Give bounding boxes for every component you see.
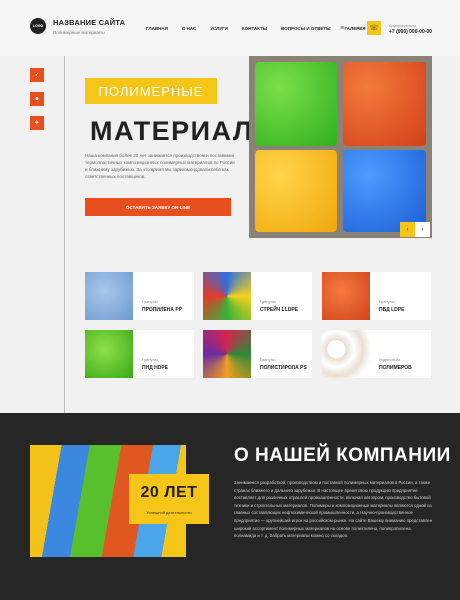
hero-text: Наша компания более 20 лет занимается пр… [85,153,235,179]
years-label: Успешной деятельности [146,510,192,515]
nav-item-faq[interactable]: ВОПРОСЫ И ОТВЕТЫ [281,26,330,31]
site-tagline: Полимерные материалы [53,30,105,35]
nav-item-services[interactable]: УСЛУГИ [210,26,228,31]
product-category: Гранулы [142,357,158,362]
menu-icon[interactable]: ≡ [340,25,344,32]
years-badge: 20 ЛЕТ Успешной деятельности [129,474,209,524]
cta-button[interactable]: ОСТАВИТЬ ЗАЯВКУ ON-LINE [85,198,231,216]
product-image [322,330,370,378]
about-text: Занимаемся разработкой, производством и … [234,480,433,539]
product-name[interactable]: ПРОПИЛЕНА PP [142,307,182,313]
site-name: НАЗВАНИЕ САЙТА [53,18,126,27]
nav-item-about[interactable]: О НАС [182,26,196,31]
phone-icon[interactable]: ☏ [367,21,381,35]
phone-label: Круглосуточно [389,23,416,28]
product-name[interactable]: ПНД HDPE [142,365,168,371]
product-card[interactable]: Гранулы ПОЛИСТИРОЛА PS [203,330,312,378]
product-card[interactable]: Гранулы ПВД LDPE [322,272,431,320]
product-category: Изделия из [379,357,400,362]
product-image [85,330,133,378]
hero-tag: ПОЛИМЕРНЫЕ [85,78,217,104]
product-name[interactable]: ПВД LDPE [379,307,404,313]
nav-item-home[interactable]: ГЛАВНАЯ [146,26,168,31]
about-title: О НАШЕЙ КОМПАНИИ [234,445,451,466]
product-card[interactable]: Гранулы ПРОПИЛЕНА PP [85,272,194,320]
product-image [322,272,370,320]
years-value: 20 ЛЕТ [140,484,198,501]
product-image [203,330,251,378]
logo[interactable]: LOGO [30,18,46,34]
product-image [85,272,133,320]
nav-item-gallery[interactable]: ГАЛЕРЕЯ [345,26,366,31]
product-category: Гранулы [260,299,276,304]
slider-next-button[interactable]: › [415,222,430,237]
ok-icon[interactable]: ☻ [30,92,44,106]
product-image [203,272,251,320]
product-name[interactable]: ПОЛИСТИРОЛА PS [260,365,307,371]
site-header: LOGO НАЗВАНИЕ САЙТА Полимерные материалы… [0,0,460,56]
product-card[interactable]: Гранулы ПНД HDPE [85,330,194,378]
product-category: Гранулы [379,299,395,304]
phone-number[interactable]: +7 (000) 000-00-00 [389,29,432,35]
product-name[interactable]: ПОЛИМЕРОВ [379,365,412,371]
telegram-icon[interactable]: ✈ [30,116,44,130]
decorative-vertical-line [64,56,65,413]
main-nav: ГЛАВНАЯ О НАС УСЛУГИ КОНТАКТЫ ВОПРОСЫ И … [146,26,365,31]
slider-prev-button[interactable]: ‹ [400,222,415,237]
vk-icon[interactable]: ✓ [30,68,44,82]
product-card[interactable]: Гранулы СТРЕЙЧ LLDPE [203,272,312,320]
product-category: Гранулы [142,299,158,304]
product-card[interactable]: Изделия из ПОЛИМЕРОВ [322,330,431,378]
product-name[interactable]: СТРЕЙЧ LLDPE [260,307,298,313]
product-category: Гранулы [260,357,276,362]
nav-item-contacts[interactable]: КОНТАКТЫ [242,26,267,31]
hero-image [249,56,432,238]
